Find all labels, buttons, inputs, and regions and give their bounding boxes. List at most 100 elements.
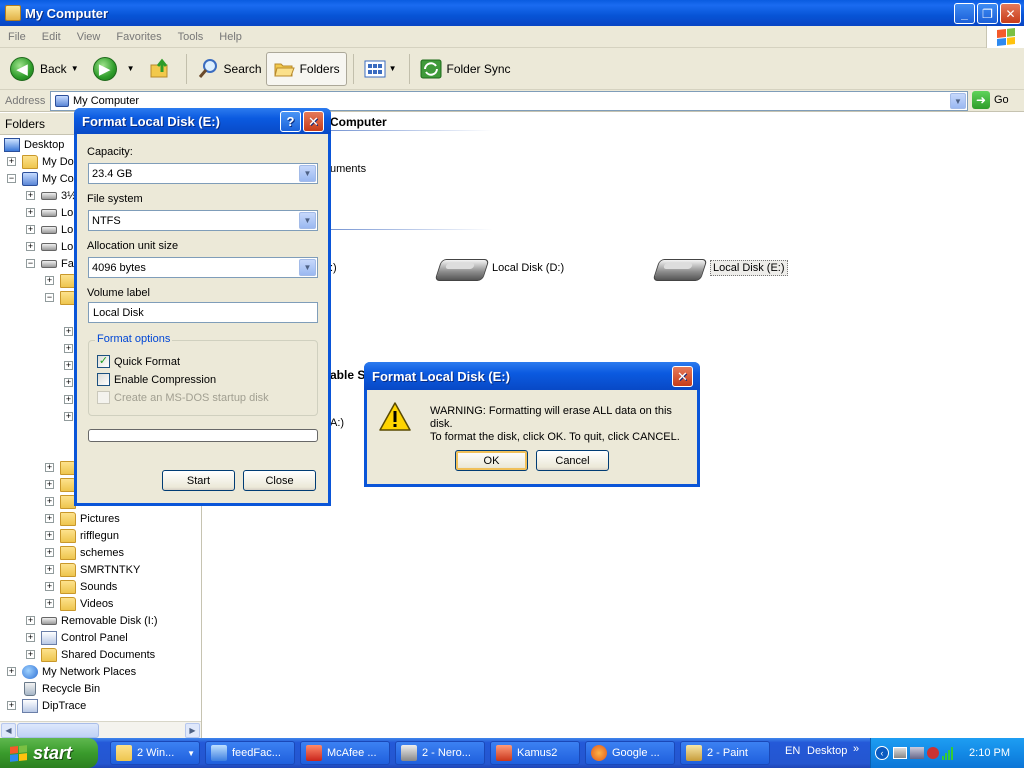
- help-button[interactable]: ?: [280, 111, 301, 132]
- warning-dialog-titlebar[interactable]: Format Local Disk (E:) ✕: [364, 362, 700, 390]
- views-dropdown-icon[interactable]: ▼: [389, 64, 397, 73]
- drive-d-item[interactable]: Local Disk (D:): [438, 255, 564, 281]
- tree-item-sounds[interactable]: Sounds: [60, 578, 117, 595]
- tree-item-floppy[interactable]: 3½: [41, 187, 76, 204]
- display-tray-icon[interactable]: [910, 747, 924, 759]
- security-tray-icon[interactable]: [927, 747, 939, 759]
- tree-item-local-disk[interactable]: Lo: [41, 221, 73, 238]
- expand-icon[interactable]: +: [26, 242, 35, 251]
- expand-icon[interactable]: +: [64, 361, 73, 370]
- back-button[interactable]: ◀ Back ▼: [6, 52, 89, 86]
- menu-help[interactable]: Help: [211, 31, 250, 43]
- filesystem-select[interactable]: NTFS ▼: [88, 210, 318, 231]
- tree-item-my-documents[interactable]: My Doc: [22, 153, 79, 170]
- forward-button[interactable]: ▶ ▼: [89, 52, 145, 86]
- quick-format-checkbox[interactable]: ✓ Quick Format: [97, 355, 180, 368]
- tree-item-desktop[interactable]: Desktop: [4, 136, 64, 153]
- expand-icon[interactable]: +: [45, 480, 54, 489]
- task-google-firefox[interactable]: Google ...: [585, 741, 675, 765]
- menu-view[interactable]: View: [69, 31, 109, 43]
- title-bar[interactable]: My Computer _ ❐ ✕: [0, 0, 1024, 26]
- tree-item-removable-disk-i[interactable]: Removable Disk (I:): [41, 612, 158, 629]
- shared-documents-item[interactable]: uments: [330, 163, 366, 175]
- volume-label-input[interactable]: Local Disk: [88, 302, 318, 323]
- enable-compression-checkbox[interactable]: Enable Compression: [97, 373, 216, 386]
- expand-icon[interactable]: +: [26, 208, 35, 217]
- expand-icon[interactable]: +: [64, 327, 73, 336]
- tree-item-removable[interactable]: Fa: [41, 255, 74, 272]
- expand-icon[interactable]: +: [7, 667, 16, 676]
- chevron-down-icon[interactable]: ▼: [299, 165, 316, 182]
- tree-item-schemes[interactable]: schemes: [60, 544, 124, 561]
- start-button-taskbar[interactable]: start: [0, 738, 98, 768]
- folders-button[interactable]: Folders: [265, 51, 347, 86]
- forward-dropdown-icon[interactable]: ▼: [127, 64, 135, 73]
- expand-icon[interactable]: +: [45, 463, 54, 472]
- expand-icon[interactable]: +: [26, 191, 35, 200]
- scroll-right-icon[interactable]: ▶: [185, 723, 200, 738]
- task-feedfactory[interactable]: feedFac...: [205, 741, 295, 765]
- drive-c-item[interactable]: :): [330, 262, 337, 274]
- tree-item-control-panel[interactable]: Control Panel: [41, 629, 128, 646]
- task-mcafee[interactable]: McAfee ...: [300, 741, 390, 765]
- minimize-button[interactable]: _: [954, 3, 975, 24]
- tree-item-recycle-bin[interactable]: Recycle Bin: [22, 680, 100, 697]
- scroll-left-icon[interactable]: ◀: [1, 723, 16, 738]
- horizontal-scrollbar[interactable]: ◀ ▶: [0, 721, 201, 738]
- expand-icon[interactable]: +: [45, 582, 54, 591]
- expand-icon[interactable]: +: [26, 225, 35, 234]
- desktop-toolbar-label[interactable]: Desktop: [807, 745, 847, 757]
- tree-item-smrtntky[interactable]: SMRTNTKY: [60, 561, 140, 578]
- expand-icon[interactable]: +: [45, 276, 54, 285]
- tree-item-local-disk[interactable]: Lo: [41, 204, 73, 221]
- chevron-down-icon[interactable]: ▼: [299, 259, 316, 276]
- tree-item-videos[interactable]: Videos: [60, 595, 113, 612]
- expand-icon[interactable]: +: [64, 378, 73, 387]
- views-button[interactable]: ▼: [360, 52, 403, 86]
- task-kamus2[interactable]: Kamus2: [490, 741, 580, 765]
- menu-file[interactable]: File: [0, 31, 34, 43]
- close-button[interactable]: ✕: [1000, 3, 1021, 24]
- address-dropdown-icon[interactable]: ▼: [950, 93, 966, 109]
- expand-icon[interactable]: +: [45, 497, 54, 506]
- tree-item-rifflegun[interactable]: rifflegun: [60, 527, 119, 544]
- cancel-button[interactable]: Cancel: [536, 450, 609, 471]
- folder-sync-button[interactable]: Folder Sync: [416, 52, 515, 86]
- expand-icon[interactable]: +: [45, 548, 54, 557]
- search-button[interactable]: Search: [193, 52, 266, 86]
- menu-favorites[interactable]: Favorites: [108, 31, 169, 43]
- warning-close-button[interactable]: ✕: [672, 366, 693, 387]
- task-paint[interactable]: 2 - Paint: [680, 741, 770, 765]
- allocation-select[interactable]: 4096 bytes ▼: [88, 257, 318, 278]
- back-dropdown-icon[interactable]: ▼: [71, 64, 79, 73]
- dialog-close-button[interactable]: ✕: [303, 111, 324, 132]
- expand-icon[interactable]: +: [45, 599, 54, 608]
- expand-icon[interactable]: +: [45, 565, 54, 574]
- expand-icon[interactable]: +: [26, 633, 35, 642]
- tree-item-local-disk[interactable]: Lo: [41, 238, 73, 255]
- collapse-icon[interactable]: −: [7, 174, 16, 183]
- tree-item-diptrace[interactable]: DipTrace: [22, 697, 86, 714]
- toolbar-expand-icon[interactable]: »: [853, 743, 859, 755]
- floppy-drive-item[interactable]: A:): [330, 417, 344, 429]
- menu-tools[interactable]: Tools: [170, 31, 212, 43]
- task-nero[interactable]: 2 - Nero...: [395, 741, 485, 765]
- tree-item-pictures[interactable]: Pictures: [60, 510, 120, 527]
- menu-edit[interactable]: Edit: [34, 31, 69, 43]
- go-button[interactable]: ➜ Go: [972, 91, 1009, 109]
- format-dialog-titlebar[interactable]: Format Local Disk (E:) ? ✕: [74, 108, 331, 134]
- tree-item-shared-documents[interactable]: Shared Documents: [41, 646, 155, 663]
- collapse-icon[interactable]: −: [45, 293, 54, 302]
- expand-icon[interactable]: +: [64, 412, 73, 421]
- ok-button[interactable]: OK: [455, 450, 528, 471]
- expand-icon[interactable]: +: [45, 514, 54, 523]
- signal-strength-icon[interactable]: [942, 746, 953, 760]
- expand-icon[interactable]: +: [7, 701, 16, 710]
- start-button[interactable]: Start: [162, 470, 235, 491]
- close-dialog-button[interactable]: Close: [243, 470, 316, 491]
- drive-e-item[interactable]: Local Disk (E:): [656, 255, 788, 281]
- expand-icon[interactable]: +: [64, 395, 73, 404]
- network-tray-icon[interactable]: [893, 747, 907, 759]
- tree-item-network[interactable]: My Network Places: [22, 663, 136, 680]
- expand-icon[interactable]: +: [7, 157, 16, 166]
